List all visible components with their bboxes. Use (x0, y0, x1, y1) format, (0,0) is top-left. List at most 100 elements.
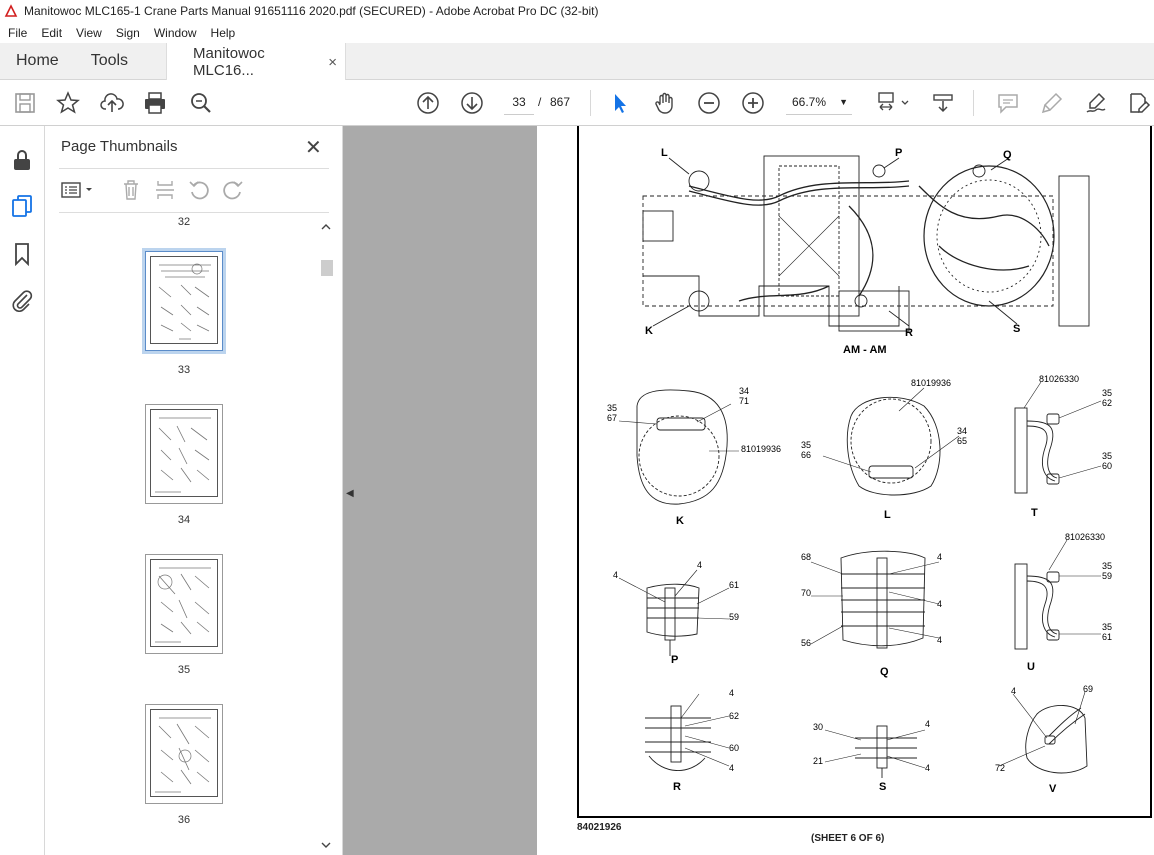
parts-diagram: L P Q K R S AM - AM 35 67 34 71 81019936 (607, 147, 1112, 795)
item-number: 34 (739, 386, 749, 396)
item-number: 81026330 (1065, 532, 1105, 542)
item-number: 61 (729, 580, 739, 590)
hand-icon[interactable] (653, 91, 677, 115)
menu-view[interactable]: View (68, 26, 108, 40)
thumbnail-options-icon[interactable] (61, 178, 97, 202)
comment-icon[interactable] (996, 91, 1020, 115)
page-up-icon[interactable] (416, 91, 440, 115)
detail-label-r: R (673, 781, 681, 793)
page-down-icon[interactable] (460, 91, 484, 115)
detail-label-t: T (1031, 507, 1038, 519)
bookmark-icon[interactable] (10, 242, 34, 267)
edit-pdf-icon[interactable] (1127, 91, 1151, 115)
section-label: AM - AM (843, 344, 887, 356)
collapse-panel-icon[interactable]: ◀ (346, 488, 354, 499)
toolbar-divider (590, 90, 591, 116)
chevron-up-icon[interactable] (319, 222, 333, 232)
chevron-down-icon[interactable] (319, 840, 333, 850)
item-number: 4 (925, 763, 930, 773)
item-number: 35 (607, 403, 617, 413)
rotate-left-icon[interactable] (187, 178, 211, 202)
document-view[interactable]: L P Q K R S AM - AM 35 67 34 71 81019936 (537, 126, 1154, 855)
panel-divider (59, 212, 329, 213)
item-number: 4 (729, 763, 734, 773)
item-number: 4 (1011, 686, 1016, 696)
item-number: 59 (729, 612, 739, 622)
upload-icon[interactable] (100, 91, 124, 115)
bookmark-star-icon[interactable] (56, 91, 80, 115)
thumbnail-list: 32 33 34 35 36 (45, 214, 319, 854)
thumbnail-label: 35 (177, 664, 191, 676)
print-icon[interactable] (143, 91, 167, 115)
item-number: 30 (813, 722, 823, 732)
item-number: 81026330 (1039, 374, 1079, 384)
item-number: 81019936 (911, 378, 951, 388)
thumbnail-page[interactable] (142, 248, 226, 354)
page-total: 867 (550, 95, 571, 109)
document-gutter (343, 126, 537, 855)
tab-tools[interactable]: Tools (75, 43, 144, 79)
thumbnail-preview (155, 567, 211, 643)
item-number: 4 (937, 552, 942, 562)
highlight-icon[interactable] (1040, 91, 1064, 115)
title-bar: Manitowoc MLC165-1 Crane Parts Manual 91… (0, 0, 1154, 22)
fit-page-icon[interactable] (876, 91, 910, 115)
chevron-down-icon: ▼ (839, 97, 848, 107)
callout-r: R (905, 327, 913, 339)
scroll-mode-icon[interactable] (931, 91, 955, 115)
menu-window[interactable]: Window (146, 26, 203, 40)
thumbnail-page[interactable] (145, 704, 223, 804)
detail-label-u: U (1027, 661, 1035, 673)
item-number: 4 (937, 635, 942, 645)
tab-document-label: Manitowoc MLC16... (193, 45, 265, 79)
scrollbar-thumb[interactable] (321, 260, 333, 276)
callout-l: L (661, 147, 668, 159)
extract-pages-icon[interactable] (153, 178, 177, 202)
attachment-icon[interactable] (10, 288, 34, 312)
page-thumbnails-icon[interactable] (10, 194, 34, 218)
item-number: 71 (739, 396, 749, 406)
thumbnail-preview (158, 263, 211, 340)
item-number: 69 (1083, 684, 1093, 694)
tab-document[interactable]: Manitowoc MLC16... × (166, 43, 347, 81)
sign-icon[interactable] (1084, 91, 1108, 115)
thumbnail-page[interactable] (145, 404, 223, 504)
page-number-input[interactable]: 33 (504, 91, 534, 115)
acrobat-icon (4, 4, 18, 17)
thumbnail-label: 32 (177, 216, 191, 228)
tab-close-icon[interactable]: × (328, 54, 337, 71)
detail-label-q: Q (880, 666, 889, 678)
thumbnail-scrollbar[interactable] (319, 218, 333, 853)
tab-home[interactable]: Home (0, 43, 75, 79)
item-number: 4 (729, 688, 734, 698)
menu-help[interactable]: Help (203, 26, 242, 40)
item-number: 70 (801, 588, 811, 598)
sheet-label: (SHEET 6 OF 6) (811, 833, 885, 844)
item-number: 4 (697, 560, 702, 570)
detail-label-k: K (676, 515, 684, 527)
detail-label-s: S (879, 781, 886, 793)
left-rail (0, 126, 45, 855)
delete-icon[interactable] (119, 178, 143, 202)
save-icon[interactable] (13, 91, 37, 115)
thumbnail-label: 36 (177, 814, 191, 826)
item-number: 4 (937, 599, 942, 609)
zoom-search-icon[interactable] (189, 91, 213, 115)
window-title: Manitowoc MLC165-1 Crane Parts Manual 91… (24, 4, 599, 18)
menu-sign[interactable]: Sign (108, 26, 146, 40)
zoom-out-icon[interactable] (697, 91, 721, 115)
page-separator: / (538, 95, 542, 109)
menu-edit[interactable]: Edit (33, 26, 68, 40)
select-cursor-icon[interactable] (608, 91, 632, 115)
item-number: 67 (607, 413, 617, 423)
item-number: 35 (1102, 388, 1112, 398)
detail-label-v: V (1049, 783, 1057, 795)
zoom-select[interactable]: 66.7% ▼ (786, 91, 852, 115)
lock-icon[interactable] (10, 148, 34, 172)
close-icon[interactable]: ✕ (305, 135, 322, 160)
thumbnail-page[interactable] (145, 554, 223, 654)
panel-title: Page Thumbnails (61, 138, 178, 155)
zoom-in-icon[interactable] (741, 91, 765, 115)
rotate-right-icon[interactable] (221, 178, 245, 202)
menu-file[interactable]: File (0, 26, 33, 40)
